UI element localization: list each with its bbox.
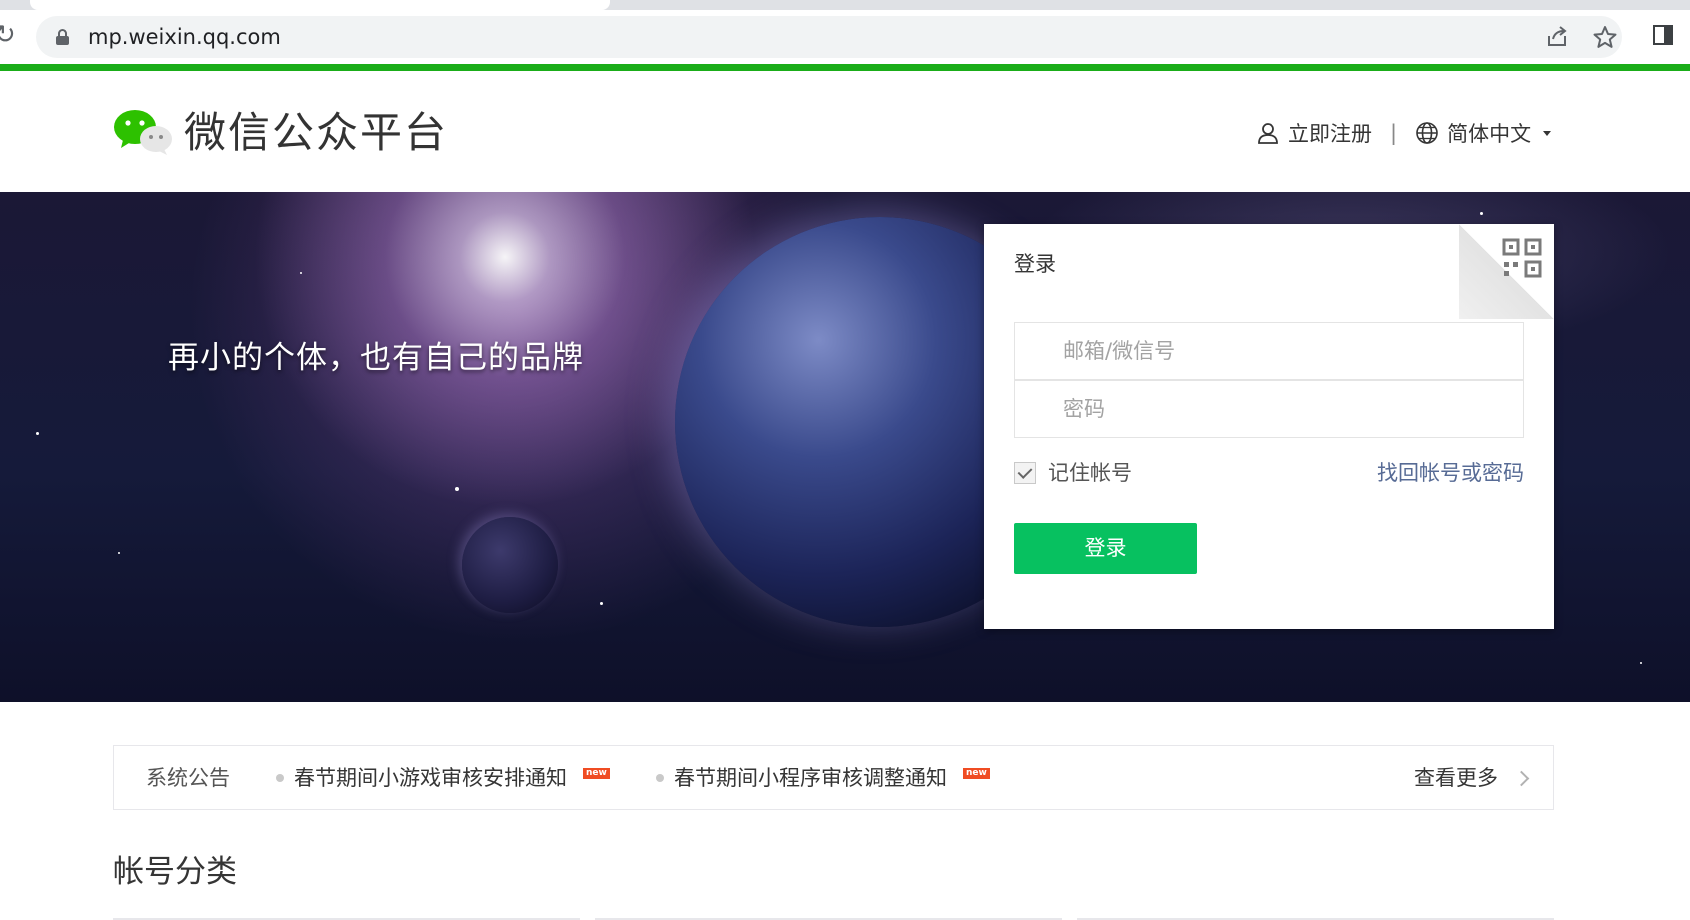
notice-title: 系统公告: [146, 766, 230, 790]
tab-strip: [0, 0, 1690, 10]
reload-icon[interactable]: ↻: [0, 20, 16, 50]
star-dot: [600, 602, 603, 605]
notice-item[interactable]: 春节期间小程序审核调整通知 new: [656, 765, 990, 791]
remember-checkbox[interactable]: [1014, 462, 1036, 484]
forgot-password-link[interactable]: 找回帐号或密码: [1377, 460, 1524, 486]
star-dot: [1480, 212, 1483, 215]
account-input[interactable]: [1015, 323, 1523, 379]
site-header: 微信公众平台 立即注册 | 简体中文: [0, 71, 1690, 192]
login-title: 登录: [1014, 252, 1056, 276]
page-load-bar: [0, 64, 1690, 71]
remember-account[interactable]: 记住帐号: [1014, 460, 1132, 486]
system-notice-bar: 系统公告 春节期间小游戏审核安排通知 new 春节期间小程序审核调整通知 new…: [113, 745, 1554, 810]
new-badge: new: [963, 767, 990, 779]
register-link[interactable]: 立即注册: [1288, 118, 1372, 148]
bullet-icon: [656, 774, 664, 782]
header-actions: 立即注册 | 简体中文: [1256, 118, 1552, 148]
password-field[interactable]: [1014, 380, 1524, 438]
lock-icon[interactable]: [56, 29, 69, 45]
account-categories-title: 帐号分类: [113, 854, 237, 890]
login-panel: 登录 记住帐号 找回帐号或密码 登录: [984, 224, 1554, 629]
remember-label[interactable]: 记住帐号: [1048, 460, 1132, 486]
header-separator: |: [1390, 121, 1398, 145]
view-more-label[interactable]: 查看更多: [1414, 765, 1498, 791]
account-field[interactable]: [1014, 322, 1524, 380]
notice-item-text[interactable]: 春节期间小程序审核调整通知: [674, 765, 947, 791]
bullet-icon: [276, 774, 284, 782]
notice-item[interactable]: 春节期间小游戏审核安排通知 new: [276, 765, 610, 791]
address-bar[interactable]: mp.weixin.qq.com: [36, 16, 1622, 58]
browser-toolbar: ↻ mp.weixin.qq.com: [0, 0, 1690, 66]
star-dot: [36, 432, 39, 435]
bookmark-star-icon[interactable]: [1592, 24, 1618, 50]
globe-icon[interactable]: [1415, 121, 1439, 145]
banner-slogan: 再小的个体，也有自己的品牌: [168, 340, 584, 376]
wechat-logo-icon[interactable]: [113, 108, 173, 156]
side-panel-icon[interactable]: [1652, 24, 1674, 46]
moon-illustration: [462, 517, 558, 613]
user-icon[interactable]: [1256, 121, 1280, 145]
active-tab[interactable]: [30, 0, 610, 10]
chevron-right-icon[interactable]: [1513, 770, 1530, 786]
star-dot: [300, 272, 302, 274]
url-text[interactable]: mp.weixin.qq.com: [88, 25, 281, 49]
chevron-down-icon[interactable]: [1543, 130, 1552, 136]
language-selector[interactable]: 简体中文: [1447, 118, 1531, 148]
new-badge: new: [583, 767, 610, 779]
qr-code-icon[interactable]: [1502, 238, 1542, 278]
login-button[interactable]: 登录: [1014, 523, 1197, 574]
star-dot: [118, 552, 120, 554]
view-more-link[interactable]: 查看更多: [1414, 765, 1530, 791]
notice-item-text[interactable]: 春节期间小游戏审核安排通知: [294, 765, 567, 791]
share-icon[interactable]: [1544, 24, 1570, 50]
star-dot: [455, 487, 459, 491]
brand-title[interactable]: 微信公众平台: [184, 107, 448, 159]
star-dot: [1640, 662, 1642, 664]
password-input[interactable]: [1015, 381, 1523, 437]
